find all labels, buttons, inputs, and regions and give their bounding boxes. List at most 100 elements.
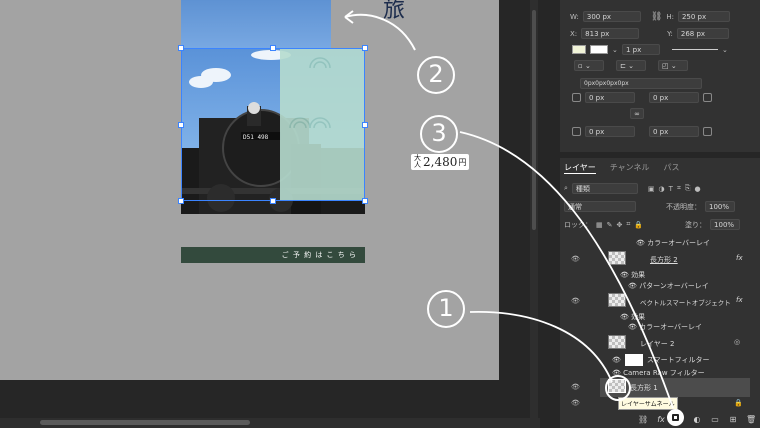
link-corners-icon[interactable]: ∞ <box>630 108 644 119</box>
filter-toggle-icon[interactable]: ● <box>695 185 701 193</box>
tab-paths[interactable]: パス <box>664 162 680 174</box>
blend-mode-dropdown[interactable]: 通常 <box>564 201 636 212</box>
corner-tl-icon[interactable] <box>572 93 581 102</box>
corner-bl-field[interactable]: 0 px <box>585 126 635 137</box>
fx-badge[interactable]: fx <box>736 254 743 262</box>
h-label: H: <box>666 12 674 21</box>
fill-swatch[interactable] <box>572 45 586 54</box>
stroke-join-dropdown[interactable]: ◰ ⌄ <box>658 60 688 71</box>
link-icon[interactable]: ⛓ <box>638 415 648 425</box>
transform-handle[interactable] <box>270 198 276 204</box>
annotation-circle-1: 1 <box>427 290 465 328</box>
opacity-label: 不透明度： <box>666 202 701 211</box>
corner-link-row: ∞ <box>630 108 644 119</box>
chevron-down-icon[interactable]: ⌄ <box>722 46 728 54</box>
transform-bounding-box[interactable] <box>181 48 365 201</box>
layer-effect-row[interactable]: 👁 カラーオーバーレイ <box>636 238 710 248</box>
layer-effect-row[interactable]: 👁 パターンオーバーレイ <box>628 281 709 291</box>
layer-thumbnail[interactable] <box>608 251 626 265</box>
align-row: ▫ ⌄ ⊏ ⌄ ◰ ⌄ <box>574 60 688 71</box>
layer-name[interactable]: 長方形 1 <box>630 383 658 393</box>
x-field[interactable]: 813 px <box>581 28 640 39</box>
horizontal-scroll-thumb[interactable] <box>40 420 250 425</box>
layer-name[interactable]: 長方形 2 <box>650 255 678 265</box>
fx-badge[interactable]: fx <box>736 296 743 304</box>
transform-handle[interactable] <box>178 45 184 51</box>
lock-move-icon[interactable]: ✥ <box>617 221 623 229</box>
corner-tr-field[interactable]: 0 px <box>649 92 699 103</box>
filter-row[interactable]: 👁 Camera Raw フィルター <box>612 368 705 378</box>
x-label: X: <box>570 29 578 38</box>
corner-br-field[interactable]: 0 px <box>649 126 699 137</box>
lock-paint-icon[interactable]: ✎ <box>607 221 613 229</box>
eye-icon[interactable]: 👁 <box>571 383 580 391</box>
layer-thumbnail[interactable] <box>608 335 626 349</box>
transform-handle[interactable] <box>362 45 368 51</box>
stroke-width-field[interactable]: 1 px <box>622 44 660 55</box>
fill-field[interactable]: 100% <box>710 219 741 230</box>
layer-thumbnail[interactable] <box>608 379 626 393</box>
transform-handle[interactable] <box>362 122 368 128</box>
layer-row[interactable]: 👁 ベクトルスマートオブジェクト fx <box>568 292 756 315</box>
transform-handle[interactable] <box>178 122 184 128</box>
lock-transparent-icon[interactable]: ▦ <box>596 221 603 229</box>
canvas-area[interactable]: 旅 D51 498 大 人 2,480 円 ご 予 約 は こ ち ら <box>0 0 540 428</box>
effects-header-row[interactable]: 👁 効果 <box>620 312 645 322</box>
layer-name[interactable]: ベクトルスマートオブジェクト <box>640 297 731 307</box>
corner-bl-icon[interactable] <box>572 127 581 136</box>
adjustment-filter-icon[interactable]: ◑ <box>659 185 665 193</box>
blend-row: 通常 不透明度： 100% <box>564 201 735 212</box>
eye-icon[interactable]: 👁 <box>571 399 580 407</box>
opacity-field[interactable]: 100% <box>705 201 735 212</box>
layer-effect-row[interactable]: 👁 カラーオーバーレイ <box>628 322 702 332</box>
vertical-scroll-thumb[interactable] <box>532 10 536 230</box>
lock-artboard-icon[interactable]: ⌗ <box>626 220 630 229</box>
y-field[interactable]: 268 px <box>676 28 729 39</box>
tab-channels[interactable]: チャンネル <box>610 162 650 174</box>
corner-tr-icon[interactable] <box>703 93 712 102</box>
annotation-circle-3: 3 <box>420 115 458 153</box>
price-label: 大人 2,480 円 <box>411 154 470 170</box>
stroke-style-line[interactable] <box>672 49 718 50</box>
height-field[interactable]: 250 px <box>677 11 730 22</box>
search-icon: ⌕ <box>564 184 568 192</box>
stroke-cap-dropdown[interactable]: ⊏ ⌄ <box>616 60 646 71</box>
transform-handle[interactable] <box>362 198 368 204</box>
layer-name[interactable]: レイヤー 2 <box>640 339 674 349</box>
filter-kind-dropdown[interactable]: 種類 <box>571 183 638 194</box>
transform-handle[interactable] <box>178 198 184 204</box>
corner-bottom-row: 0 px 0 px <box>572 126 712 137</box>
fx-icon[interactable]: fx <box>656 415 666 425</box>
chevron-down-icon[interactable]: ⌄ <box>612 46 618 54</box>
corner-br-icon[interactable] <box>703 127 712 136</box>
width-field[interactable]: 300 px <box>582 11 641 22</box>
filter-mask-thumb[interactable] <box>624 354 643 366</box>
eye-icon[interactable]: 👁 <box>571 255 580 263</box>
effects-header-row[interactable]: 👁 効果 <box>620 270 645 280</box>
image-filter-icon[interactable]: ▣ <box>648 185 655 193</box>
corner-radius-all-field[interactable]: 0px0px0px0px <box>580 78 702 89</box>
folder-icon[interactable]: ▭ <box>710 415 720 425</box>
transform-handle[interactable] <box>270 45 276 51</box>
add-mask-button-highlight[interactable] <box>667 409 684 426</box>
layer-thumbnail[interactable] <box>608 293 626 307</box>
trash-icon[interactable]: 🗑 <box>746 415 756 425</box>
shape-filter-icon[interactable]: ⌗ <box>677 184 681 193</box>
panel-divider <box>540 0 560 428</box>
adjustment-icon[interactable]: ◐ <box>692 415 702 425</box>
y-label: Y: <box>667 29 673 38</box>
smartobject-filter-icon[interactable]: ⎘ <box>685 184 691 193</box>
type-filter-icon[interactable]: T <box>669 185 673 193</box>
reservation-banner[interactable]: ご 予 約 は こ ち ら <box>181 247 365 263</box>
filter-name: Camera Raw フィルター <box>623 369 705 377</box>
corner-tl-field[interactable]: 0 px <box>585 92 635 103</box>
smart-filter-row[interactable]: 👁 スマートフィルター <box>612 354 710 366</box>
eye-icon[interactable]: 👁 <box>571 297 580 305</box>
tab-layers[interactable]: レイヤー <box>564 162 596 174</box>
link-dimensions-icon[interactable]: ⛓ <box>651 12 662 22</box>
new-layer-icon[interactable]: ⊞ <box>728 415 738 425</box>
stroke-swatch[interactable] <box>590 45 608 54</box>
lock-all-icon[interactable]: 🔒 <box>634 221 643 229</box>
layer-row[interactable]: 👁 長方形 2 fx <box>568 250 756 273</box>
stroke-align-dropdown[interactable]: ▫ ⌄ <box>574 60 604 71</box>
